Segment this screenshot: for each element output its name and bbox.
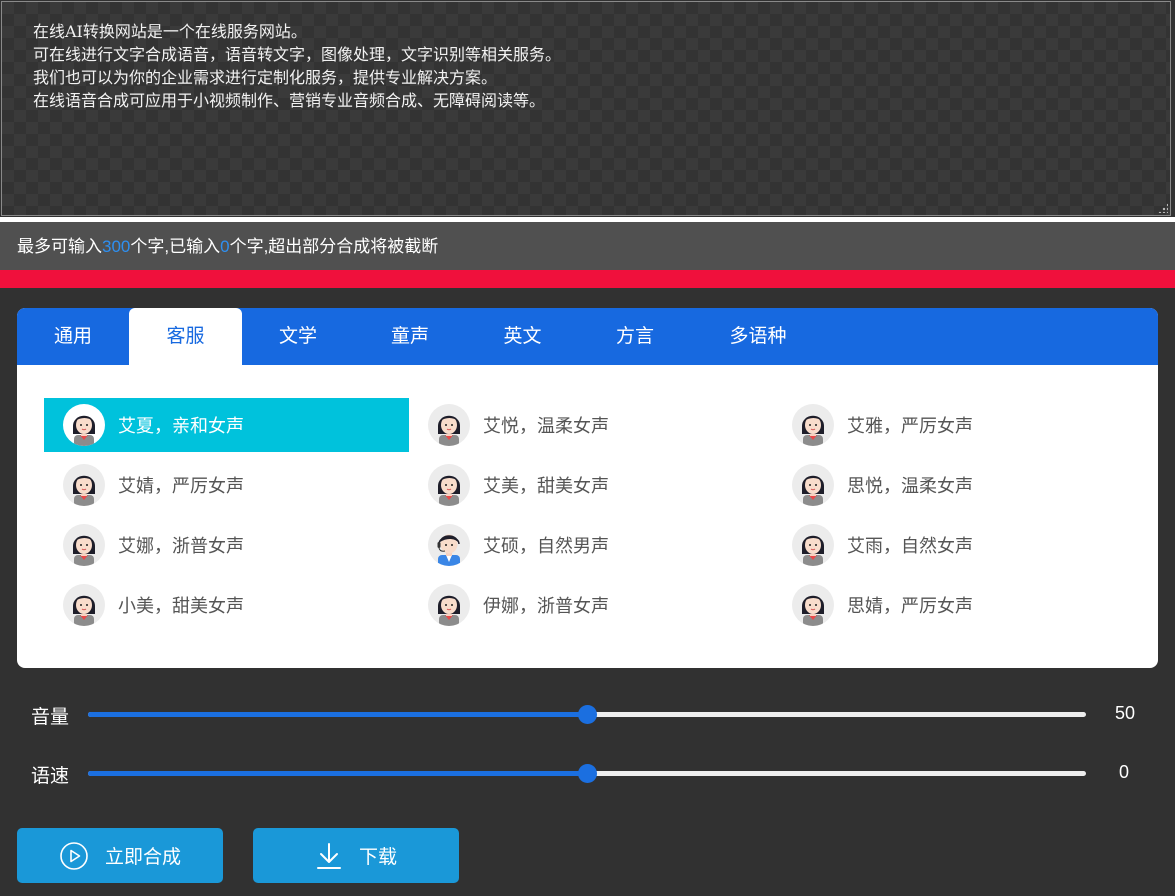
- volume-slider-fill: [88, 712, 587, 717]
- tab-multilingual[interactable]: 多语种: [691, 308, 825, 365]
- female-avatar-icon: [792, 584, 834, 626]
- char-max-count: 300: [102, 237, 131, 256]
- download-button-label: 下载: [358, 847, 397, 868]
- female-avatar-icon: [63, 524, 105, 566]
- speed-value: 0: [1118, 762, 1129, 782]
- voice-option[interactable]: 艾雅，严厉女声: [773, 398, 1138, 452]
- download-button[interactable]: 下载: [253, 828, 459, 883]
- voice-option[interactable]: 艾悦，温柔女声: [409, 398, 774, 452]
- resize-handle-icon[interactable]: [1158, 203, 1168, 213]
- voice-option-label: 艾悦，温柔女声: [483, 416, 609, 436]
- volume-slider-row: 音量 50: [0, 694, 1175, 734]
- char-info-prefix: 最多可输入: [17, 237, 102, 256]
- voice-option-label: 艾雨，自然女声: [847, 536, 973, 556]
- volume-slider[interactable]: [88, 705, 1086, 724]
- voice-option-label: 艾雅，严厉女声: [847, 416, 973, 436]
- speed-slider-row: 语速 0: [0, 753, 1175, 793]
- synthesize-button[interactable]: 立即合成: [17, 828, 223, 883]
- female-avatar-icon: [792, 404, 834, 446]
- text-input-area[interactable]: 在线AI转换网站是一个在线服务网站。 可在线进行文字合成语音，语音转文字，图像处…: [1, 1, 1171, 216]
- speed-label: 语速: [31, 766, 70, 787]
- synthesize-button-label: 立即合成: [104, 847, 181, 868]
- voice-option-label: 思婧，严厉女声: [847, 596, 973, 616]
- tab-customer-service[interactable]: 客服: [129, 308, 242, 365]
- voice-option[interactable]: 思悦，温柔女声: [773, 458, 1138, 512]
- volume-value: 50: [1114, 703, 1135, 723]
- female-avatar-icon: [63, 584, 105, 626]
- female-avatar-icon: [428, 464, 470, 506]
- play-circle-icon: [59, 841, 89, 871]
- voice-category-tabs: 通用 客服 文学 童声 英文 方言 多语种: [17, 308, 1158, 365]
- speed-slider[interactable]: [88, 764, 1086, 783]
- voice-panel: 通用 客服 文学 童声 英文 方言 多语种 艾夏，亲和女声 艾悦，温柔女声 艾雅，严…: [17, 308, 1158, 668]
- voice-option-label: 思悦，温柔女声: [847, 476, 973, 496]
- speed-slider-thumb[interactable]: [578, 764, 597, 783]
- voice-option-label: 艾美，甜美女声: [483, 476, 609, 496]
- voice-option[interactable]: 伊娜，浙普女声: [409, 578, 774, 632]
- female-avatar-icon: [428, 404, 470, 446]
- voice-option[interactable]: 艾夏，亲和女声: [44, 398, 409, 452]
- voice-option-label: 艾夏，亲和女声: [118, 416, 244, 436]
- female-avatar-icon: [63, 404, 105, 446]
- female-avatar-icon: [63, 464, 105, 506]
- voice-option-label: 艾婧，严厉女声: [118, 476, 244, 496]
- char-count-info: 最多可输入300个字,已输入0个字,超出部分合成将被截断: [0, 222, 1175, 270]
- char-current-count: 0: [220, 237, 230, 256]
- female-avatar-icon: [792, 464, 834, 506]
- accent-bar: [0, 270, 1175, 288]
- voice-option[interactable]: 小美，甜美女声: [44, 578, 409, 632]
- download-icon: [315, 841, 343, 871]
- voice-option[interactable]: 艾美，甜美女声: [409, 458, 774, 512]
- female-avatar-icon: [792, 524, 834, 566]
- tab-english[interactable]: 英文: [466, 308, 579, 365]
- voice-option-label: 伊娜，浙普女声: [483, 596, 609, 616]
- female-avatar-icon: [428, 584, 470, 626]
- voice-option-label: 艾硕，自然男声: [483, 536, 609, 556]
- tab-dialect[interactable]: 方言: [579, 308, 691, 365]
- tab-literature[interactable]: 文学: [242, 308, 354, 365]
- text-input-content[interactable]: 在线AI转换网站是一个在线服务网站。 可在线进行文字合成语音，语音转文字，图像处…: [33, 20, 1150, 112]
- voice-option-label: 艾娜，浙普女声: [118, 536, 244, 556]
- volume-slider-thumb[interactable]: [578, 705, 597, 724]
- tab-general[interactable]: 通用: [17, 308, 129, 365]
- voice-option[interactable]: 思婧，严厉女声: [773, 578, 1138, 632]
- voice-option[interactable]: 艾婧，严厉女声: [44, 458, 409, 512]
- voice-option[interactable]: 艾硕，自然男声: [409, 518, 774, 572]
- char-info-suffix: 个字,超出部分合成将被截断: [229, 237, 439, 256]
- tab-child-voice[interactable]: 童声: [354, 308, 466, 365]
- male-avatar-icon: [428, 524, 470, 566]
- char-info-middle: 个字,已输入: [130, 237, 221, 256]
- voice-option[interactable]: 艾雨，自然女声: [773, 518, 1138, 572]
- volume-label: 音量: [31, 707, 70, 728]
- voice-option-label: 小美，甜美女声: [118, 596, 244, 616]
- speed-slider-fill: [88, 771, 587, 776]
- voice-option[interactable]: 艾娜，浙普女声: [44, 518, 409, 572]
